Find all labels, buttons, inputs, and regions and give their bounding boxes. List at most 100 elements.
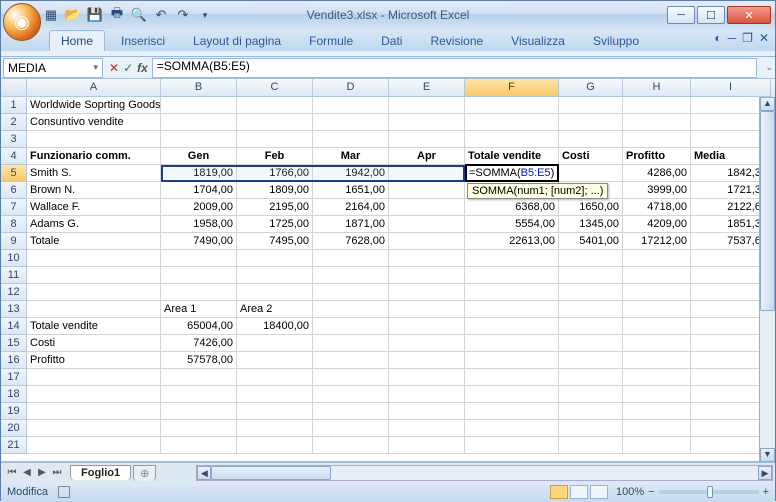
office-button[interactable]: ◉: [3, 3, 41, 41]
row-header[interactable]: 4: [1, 148, 27, 165]
minimize-button[interactable]: ─: [667, 6, 695, 24]
cell[interactable]: 1650,00: [559, 199, 623, 216]
cell[interactable]: [161, 369, 237, 386]
cell[interactable]: [389, 250, 465, 267]
cell[interactable]: [389, 233, 465, 250]
cell[interactable]: [559, 97, 623, 114]
cell[interactable]: [27, 437, 161, 454]
cell[interactable]: 6368,00: [465, 199, 559, 216]
cell[interactable]: Feb: [237, 148, 313, 165]
cell[interactable]: [465, 352, 559, 369]
cell[interactable]: [389, 301, 465, 318]
cell[interactable]: Costi: [559, 148, 623, 165]
cell[interactable]: Profitto: [27, 352, 161, 369]
cell[interactable]: [623, 97, 691, 114]
cell[interactable]: [313, 284, 389, 301]
cell[interactable]: [559, 114, 623, 131]
cell[interactable]: 7490,00: [161, 233, 237, 250]
preview-icon[interactable]: 🔍: [129, 5, 149, 25]
column-header-I[interactable]: I: [691, 79, 771, 97]
new-icon[interactable]: ▦: [41, 5, 61, 25]
cell[interactable]: [313, 250, 389, 267]
cell[interactable]: 4286,00: [623, 165, 691, 182]
column-header-D[interactable]: D: [313, 79, 389, 97]
cell[interactable]: [389, 114, 465, 131]
namebox-dropdown-icon[interactable]: ▾: [93, 62, 98, 73]
cell[interactable]: [559, 369, 623, 386]
cell[interactable]: [313, 267, 389, 284]
cell[interactable]: [559, 352, 623, 369]
cell[interactable]: [465, 114, 559, 131]
cell[interactable]: 7495,00: [237, 233, 313, 250]
cell[interactable]: [389, 352, 465, 369]
cell[interactable]: [161, 267, 237, 284]
cell[interactable]: Brown N.: [27, 182, 161, 199]
cell[interactable]: [623, 386, 691, 403]
cell[interactable]: [161, 437, 237, 454]
print-icon[interactable]: 🖶: [107, 5, 127, 25]
redo-icon[interactable]: ↷: [173, 5, 193, 25]
ribbon-tab-home[interactable]: Home: [49, 30, 105, 51]
cell[interactable]: [389, 403, 465, 420]
cell[interactable]: 17212,00: [623, 233, 691, 250]
cell[interactable]: [623, 437, 691, 454]
cell[interactable]: [389, 165, 465, 182]
cell[interactable]: 65004,00: [161, 318, 237, 335]
cell[interactable]: Gen: [161, 148, 237, 165]
cell[interactable]: [465, 97, 559, 114]
doc-minimize-icon[interactable]: ─: [728, 31, 737, 45]
cell[interactable]: [559, 420, 623, 437]
cell[interactable]: [27, 284, 161, 301]
cell[interactable]: [27, 386, 161, 403]
cell[interactable]: 5401,00: [559, 233, 623, 250]
row-header[interactable]: 10: [1, 250, 27, 267]
column-header-H[interactable]: H: [623, 79, 691, 97]
zoom-thumb[interactable]: [707, 486, 713, 498]
view-normal-button[interactable]: [550, 485, 568, 499]
cell[interactable]: 22613,00: [465, 233, 559, 250]
cell[interactable]: [465, 267, 559, 284]
sheet-tab-active[interactable]: Foglio1: [70, 465, 131, 480]
cell[interactable]: [559, 284, 623, 301]
cell[interactable]: [389, 182, 465, 199]
column-header-C[interactable]: C: [237, 79, 313, 97]
cell[interactable]: [465, 403, 559, 420]
cell[interactable]: Totale vendite: [465, 148, 559, 165]
cell[interactable]: 4209,00: [623, 216, 691, 233]
cell[interactable]: [237, 284, 313, 301]
zoom-out-button[interactable]: −: [648, 486, 654, 498]
new-sheet-tab[interactable]: ⊕: [133, 465, 156, 481]
cell[interactable]: [313, 352, 389, 369]
cell[interactable]: Costi: [27, 335, 161, 352]
cell[interactable]: 18400,00: [237, 318, 313, 335]
row-header[interactable]: 11: [1, 267, 27, 284]
row-header[interactable]: 20: [1, 420, 27, 437]
row-header[interactable]: 8: [1, 216, 27, 233]
cell[interactable]: [237, 250, 313, 267]
view-pagebreak-button[interactable]: [590, 485, 608, 499]
qat-dropdown-icon[interactable]: ▾: [195, 5, 215, 25]
cell[interactable]: 5554,00: [465, 216, 559, 233]
cell[interactable]: [623, 131, 691, 148]
cell[interactable]: [465, 420, 559, 437]
name-box[interactable]: MEDIA ▾: [3, 58, 103, 78]
cell[interactable]: [559, 131, 623, 148]
cell[interactable]: [237, 352, 313, 369]
cell[interactable]: [623, 420, 691, 437]
maximize-button[interactable]: ☐: [697, 6, 725, 24]
cell[interactable]: [313, 369, 389, 386]
cell[interactable]: 1704,00: [161, 182, 237, 199]
tab-first-icon[interactable]: ⏮: [5, 467, 19, 478]
cell[interactable]: [623, 267, 691, 284]
cell[interactable]: [389, 284, 465, 301]
cell[interactable]: [27, 369, 161, 386]
tab-next-icon[interactable]: ▶: [35, 467, 49, 478]
cell[interactable]: [559, 403, 623, 420]
tab-prev-icon[interactable]: ◀: [20, 467, 34, 478]
open-icon[interactable]: 📂: [63, 5, 83, 25]
cell[interactable]: [237, 114, 313, 131]
cell[interactable]: [465, 284, 559, 301]
row-header[interactable]: 13: [1, 301, 27, 318]
row-header[interactable]: 2: [1, 114, 27, 131]
cell[interactable]: 2009,00: [161, 199, 237, 216]
